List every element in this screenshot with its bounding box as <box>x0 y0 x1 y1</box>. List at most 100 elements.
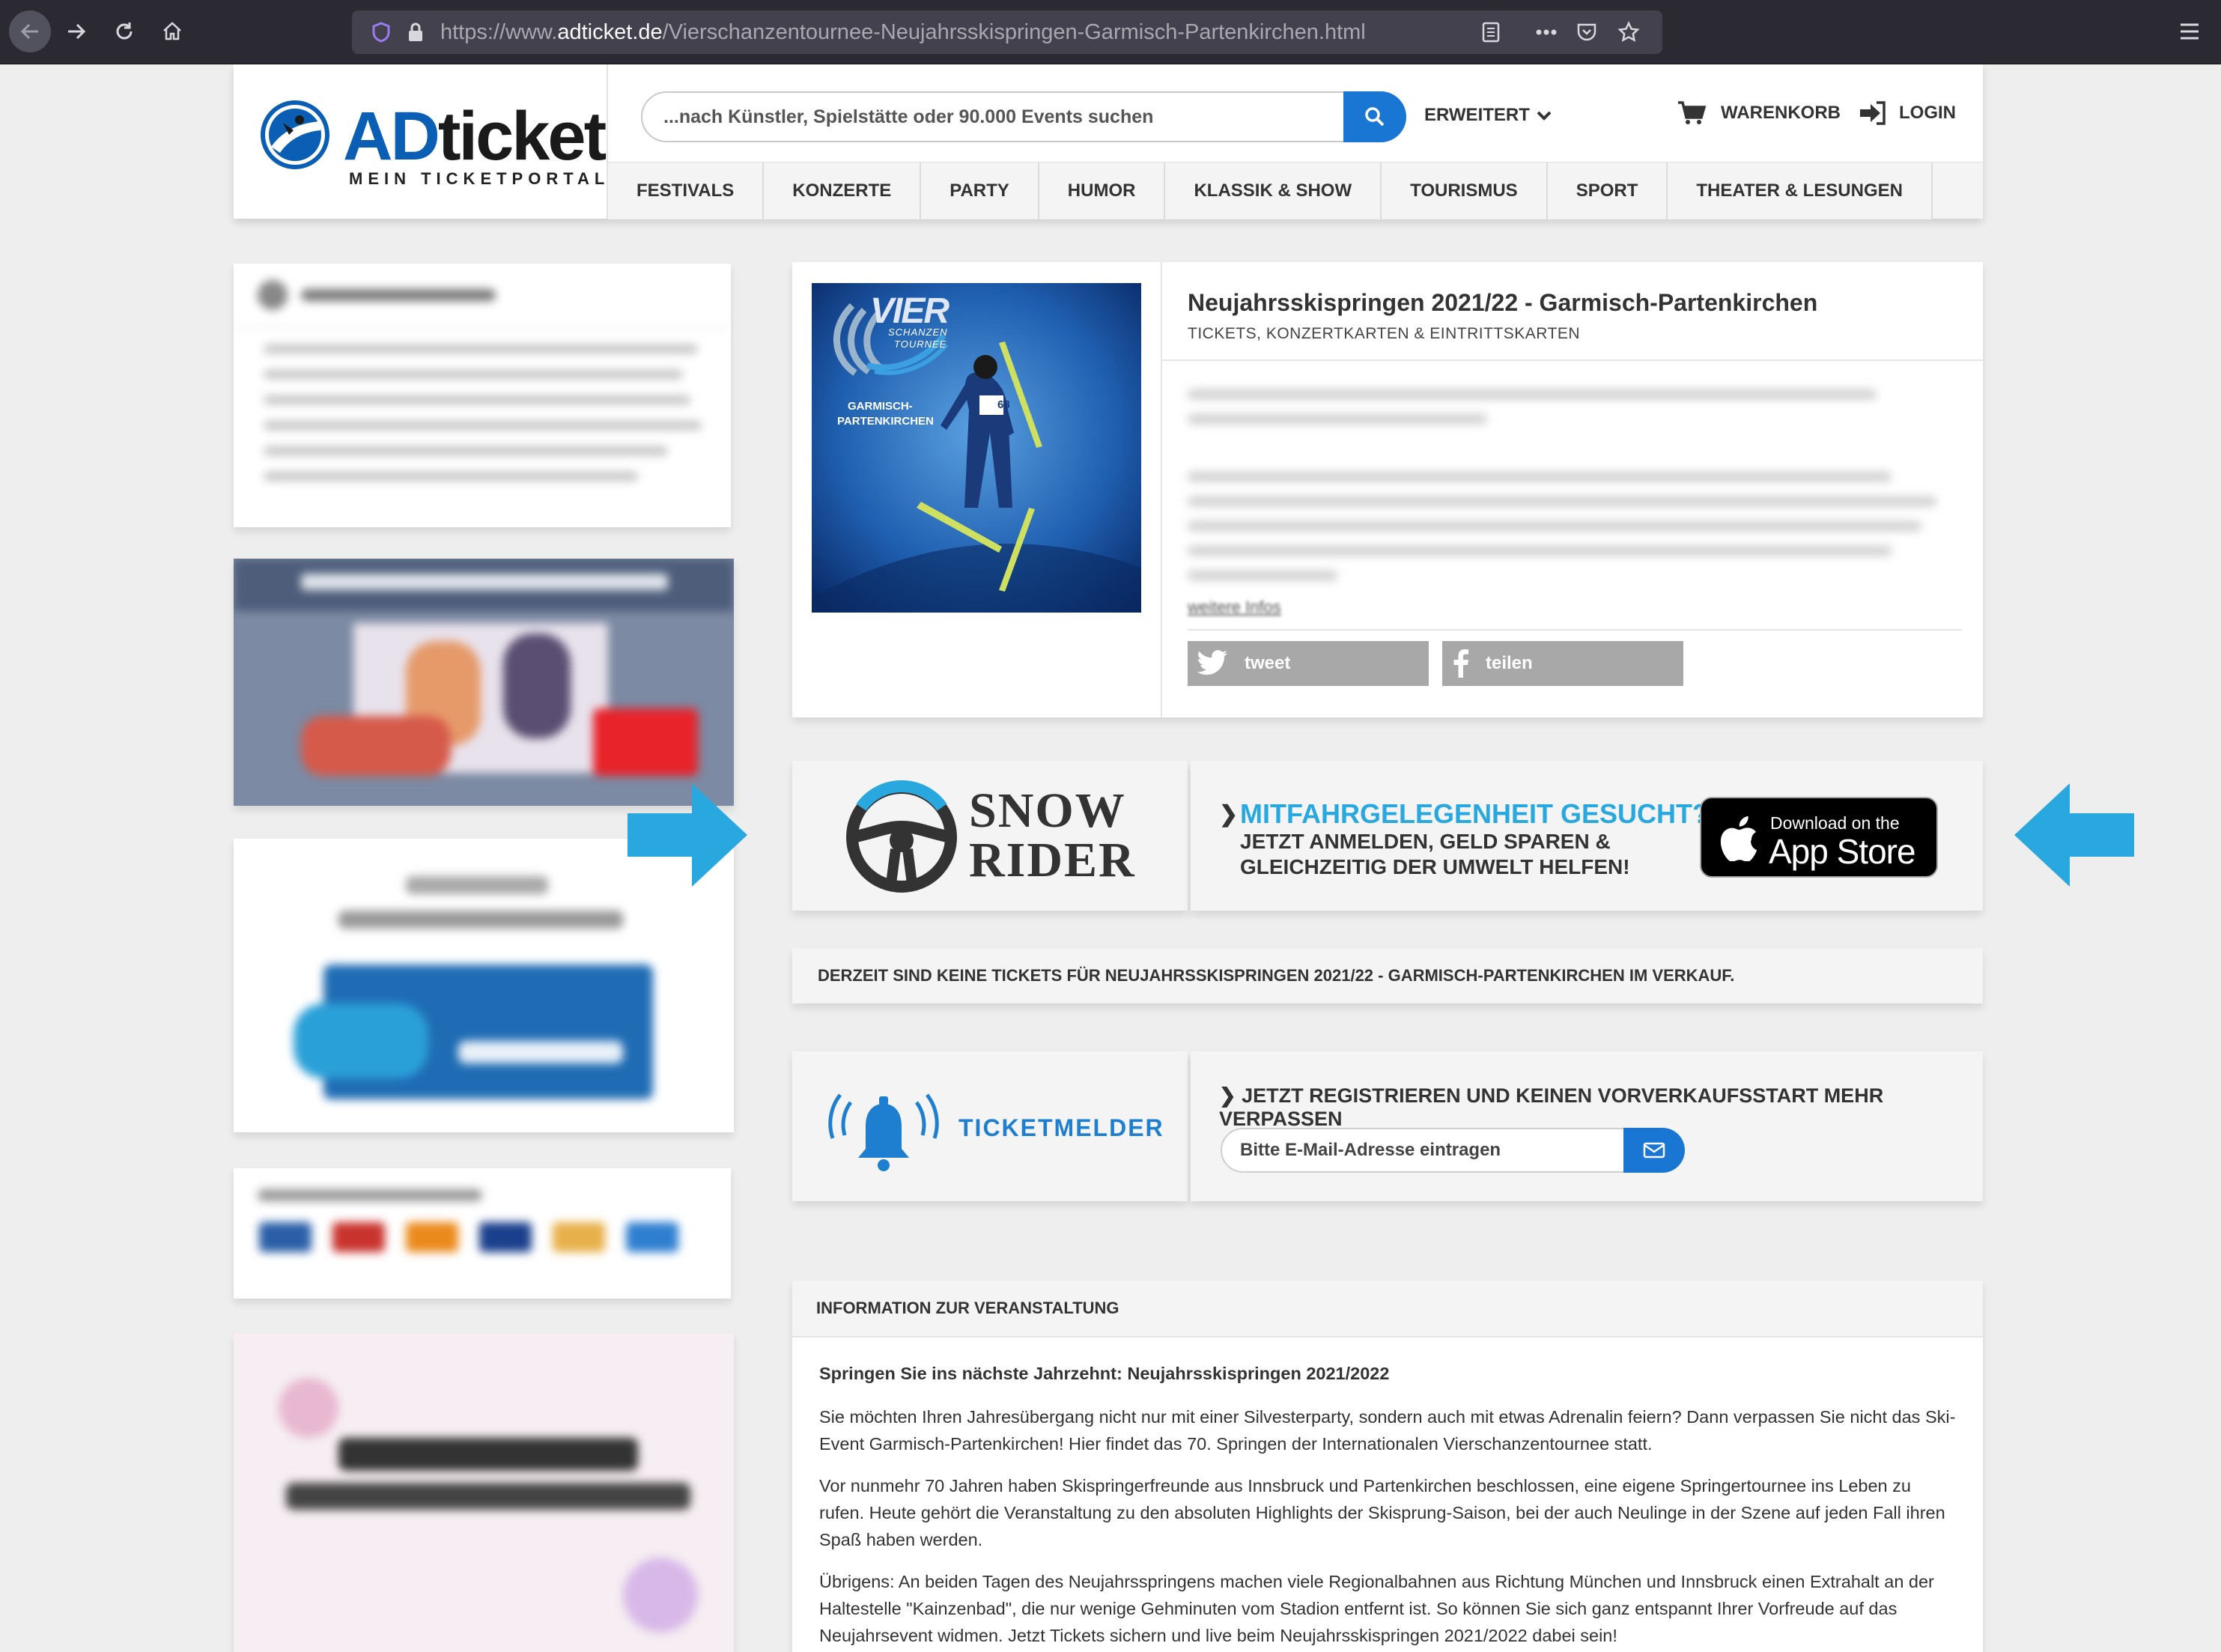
app-store-big-text: App Store <box>1769 832 1916 871</box>
snowrider-line-2: GLEICHZEITIG DER UMWELT HELFEN! <box>1240 855 1630 878</box>
advanced-search-toggle[interactable]: ERWEITERT <box>1424 105 1552 126</box>
more-actions-icon[interactable] <box>1531 16 1562 48</box>
menu-button[interactable] <box>2169 10 2211 52</box>
blurred-info-image <box>234 1333 734 1652</box>
email-input[interactable]: Bitte E-Mail-Adresse eintragen <box>1221 1128 1625 1173</box>
email-submit-button[interactable] <box>1623 1128 1685 1173</box>
cart-link[interactable]: WARENKORB <box>1677 100 1841 126</box>
login-icon <box>1860 101 1886 125</box>
arrow-left-icon <box>20 23 38 40</box>
arrow-right-icon <box>628 783 747 887</box>
info-paragraph-2: Vor nunmehr 70 Jahren haben Skispringerf… <box>819 1476 1945 1549</box>
logo-wordmark: ADticket <box>343 98 607 174</box>
nav-tourismus[interactable]: TOURISMUS <box>1382 163 1548 219</box>
category-nav: FESTIVALS KONZERTE PARTY HUMOR KLASSIK &… <box>608 162 1983 219</box>
tournee-label: TOURNEE <box>894 338 947 350</box>
login-link[interactable]: LOGIN <box>1859 100 1956 126</box>
advanced-search-label: ERWEITERT <box>1424 105 1530 125</box>
snowrider-line-1: JETZT ANMELDEN, GELD SPAREN & <box>1240 830 1611 853</box>
apple-icon <box>1720 816 1757 861</box>
facebook-icon <box>1453 649 1468 678</box>
event-rule <box>1162 359 1983 361</box>
info-paragraph-1: Sie möchten Ihren Jahresübergang nicht n… <box>819 1407 1956 1454</box>
arrow-right-icon <box>68 23 86 40</box>
tweet-button[interactable]: tweet <box>1188 641 1429 686</box>
event-image[interactable]: VIER SCHANZEN TOURNEE GARMISCH- PARTENKI… <box>812 283 1141 613</box>
tweet-label: tweet <box>1245 653 1291 673</box>
sidebar-banner-ad[interactable] <box>234 559 734 806</box>
reader-view-icon[interactable] <box>1475 16 1507 48</box>
address-bar[interactable]: https://www.adticket.de/Vierschanzentour… <box>352 10 1662 54</box>
cart-label: WARENKORB <box>1721 103 1841 123</box>
ticketmelder-signup-panel: ❯ JETZT REGISTRIEREN UND KEINEN VORVERKA… <box>1191 1051 1983 1201</box>
app-store-button[interactable]: Download on the App Store <box>1700 797 1938 878</box>
chevron-right-icon: ❯ <box>1219 802 1239 827</box>
info-heading: Springen Sie ins nächste Jahrzehnt: Neuj… <box>819 1364 1390 1383</box>
cart-icon <box>1678 101 1706 124</box>
hamburger-icon <box>2181 23 2199 40</box>
bib-number: 68 <box>997 398 1010 411</box>
arrow-left-icon <box>2014 783 2134 887</box>
info-paragraph-3: Übrigens: An beiden Tagen des Neujahrssp… <box>819 1572 1934 1645</box>
schanzen-label: SCHANZEN <box>888 327 948 338</box>
forward-button[interactable] <box>55 10 97 52</box>
nav-sport[interactable]: SPORT <box>1547 163 1668 219</box>
sidebar-info-box <box>234 264 731 527</box>
login-label: LOGIN <box>1899 103 1956 123</box>
bell-icon <box>828 1093 939 1171</box>
pocket-icon[interactable] <box>1571 16 1602 48</box>
chevron-down-icon <box>1537 111 1552 121</box>
nav-humor[interactable]: HUMOR <box>1039 163 1166 219</box>
home-button[interactable] <box>151 10 193 52</box>
place-label-1: GARMISCH- <box>848 400 913 413</box>
event-rule-bottom <box>1188 629 1962 631</box>
reload-button[interactable] <box>103 10 145 52</box>
skier-logo-icon <box>261 100 329 169</box>
nav-festivals[interactable]: FESTIVALS <box>608 163 765 219</box>
more-info-link[interactable]: weitere Infos <box>1188 598 1281 617</box>
blurred-text-block <box>234 264 731 481</box>
event-description-blurred <box>1188 374 1962 595</box>
no-tickets-notice: DERZEIT SIND KEINE TICKETS FÜR NEUJAHRSS… <box>792 948 1983 1003</box>
info-body: Springen Sie ins nächste Jahrzehnt: Neuj… <box>792 1337 1983 1649</box>
ticketmelder-label: TICKETMELDER <box>958 1114 1164 1141</box>
reload-icon <box>116 22 133 40</box>
snowrider-promo-panel: ❯ MITFAHRGELEGENHEIT GESUCHT? JETZT ANME… <box>1191 761 1983 911</box>
snowrider-logo-panel[interactable]: SNOW RIDER <box>792 761 1188 911</box>
nav-party[interactable]: PARTY <box>921 163 1039 219</box>
url-text[interactable]: https://www.adticket.de/Vierschanzentour… <box>440 20 1366 45</box>
ticketmelder-headline: ❯ JETZT REGISTRIEREN UND KEINEN VORVERKA… <box>1219 1084 1884 1130</box>
twitter-icon <box>1197 650 1227 675</box>
search-button[interactable] <box>1343 91 1406 142</box>
info-header: INFORMATION ZUR VERANSTALTUNG <box>792 1281 1983 1337</box>
event-title: Neujahrsskispringen 2021/22 - Garmisch-P… <box>1188 289 1818 316</box>
event-divider <box>1161 262 1162 717</box>
sidebar-information-ad[interactable] <box>234 1333 734 1652</box>
share-label: teilen <box>1486 653 1533 673</box>
nav-theater-lesungen[interactable]: THEATER & LESUNGEN <box>1668 163 1933 219</box>
sidebar-payment-methods <box>234 1168 731 1299</box>
place-label-2: PARTENKIRCHEN <box>837 415 934 428</box>
snowrider-headline: MITFAHRGELEGENHEIT GESUCHT? <box>1240 798 1710 829</box>
event-card: VIER SCHANZEN TOURNEE GARMISCH- PARTENKI… <box>792 262 1983 717</box>
event-information-box: INFORMATION ZUR VERANSTALTUNG Springen S… <box>792 1281 1983 1652</box>
nav-konzerte[interactable]: KONZERTE <box>764 163 922 219</box>
search-input[interactable]: ...nach Künstler, Spielstätte oder 90.00… <box>641 91 1345 142</box>
blurred-banner-image <box>234 559 734 806</box>
share-button[interactable]: teilen <box>1442 641 1683 686</box>
envelope-icon <box>1643 1142 1665 1158</box>
home-icon <box>163 22 181 40</box>
back-button[interactable] <box>9 10 51 52</box>
ticketmelder-logo-panel: TICKETMELDER <box>792 1051 1188 1201</box>
nav-klassik-show[interactable]: KLASSIK & SHOW <box>1165 163 1382 219</box>
browser-toolbar: https://www.adticket.de/Vierschanzentour… <box>0 0 2221 64</box>
logo-tagline: MEIN TICKETPORTAL <box>349 169 610 188</box>
event-subtitle: TICKETS, KONZERTKARTEN & EINTRITTSKARTEN <box>1188 325 1581 342</box>
shield-icon[interactable] <box>365 16 397 48</box>
bookmark-star-icon[interactable] <box>1613 16 1644 48</box>
app-store-small-text: Download on the <box>1770 813 1900 833</box>
chevron-right-icon: ❯ <box>1219 1084 1242 1107</box>
steering-wheel-icon <box>846 780 957 893</box>
site-header: ADticket MEIN TICKETPORTAL ...nach Künst… <box>234 64 1983 219</box>
snowrider-word-rider: RIDER <box>969 833 1136 887</box>
